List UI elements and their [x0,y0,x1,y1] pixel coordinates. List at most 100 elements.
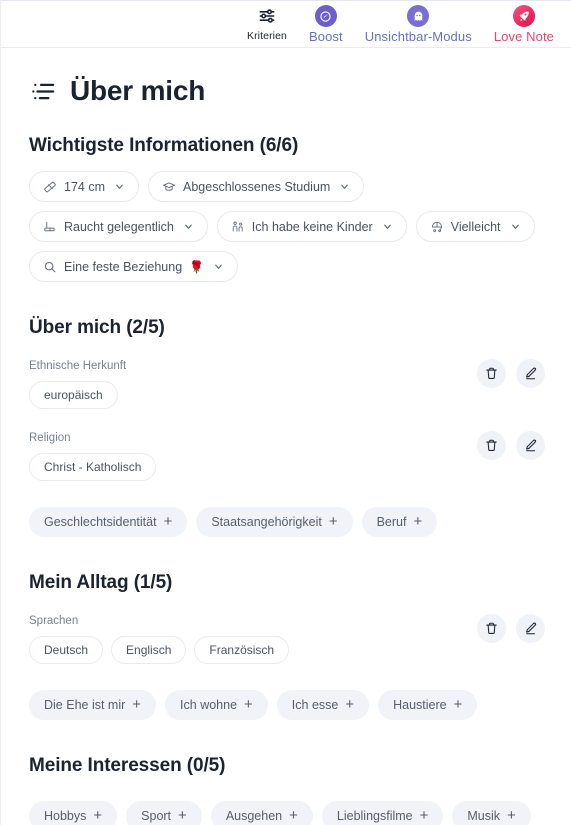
nav-label-boost: Boost [309,30,343,43]
page-title: Über mich [70,75,205,107]
nav-item-boost[interactable]: Boost [309,4,343,43]
chip-education[interactable]: Abgeschlossenes Studium [148,171,364,202]
plus-icon: + [244,697,253,712]
plus-icon: + [178,808,187,823]
delete-button[interactable] [477,359,506,388]
graduation-cap-icon [162,180,176,194]
top-navigation-bar: Kriterien Boost [1,1,571,48]
chip-label: Eine feste Beziehung [64,260,182,274]
add-chip-label: Hobbys [44,809,86,823]
edit-button[interactable] [516,431,545,460]
profile-page: Kriterien Boost [0,0,571,825]
baby-stroller-icon [430,220,444,234]
trash-icon [484,438,499,453]
field-values: Christ - Katholisch [29,453,545,481]
field-religion: Religion Christ - Katholisch [29,431,545,483]
essentials-chip-row: 174 cm Abgeschlossenes Studium [29,171,545,282]
field-label: Religion [29,431,545,445]
delete-button[interactable] [477,431,506,460]
nav-item-kriterien[interactable]: Kriterien [247,4,287,43]
field-actions [477,431,545,460]
add-chip-nationality[interactable]: Staatsangehörigkeit + [196,507,352,537]
value-chip: Englisch [111,636,186,664]
chevron-down-icon [339,181,350,192]
add-chip-sport[interactable]: Sport + [126,801,202,825]
chip-children[interactable]: Ich habe keine Kinder [217,211,407,242]
edit-button[interactable] [516,359,545,388]
nav-item-unsichtbar-modus[interactable]: Unsichtbar-Modus [365,4,472,43]
add-chip-label: Haustiere [393,698,447,712]
add-chip-label: Geschlechtsidentität [44,515,157,529]
about-me-add-chips: Geschlechtsidentität + Staatsangehörigke… [29,507,545,537]
delete-button[interactable] [477,614,506,643]
chip-label: Vielleicht [451,220,501,234]
section-heading-about-me: Über mich (2/5) [29,317,545,339]
value-chip: Deutsch [29,636,103,664]
add-chip-lieblingsfilme[interactable]: Lieblingsfilme + [322,801,444,825]
section-heading-essentials: Wichtigste Informationen (6/6) [29,135,545,157]
add-chip-hobbys[interactable]: Hobbys + [29,801,117,825]
nav-item-love-note[interactable]: Love Note [494,4,554,43]
add-chip-eating[interactable]: Ich esse + [277,690,369,720]
pencil-icon [523,621,538,636]
plus-icon: + [164,514,173,529]
chevron-down-icon [382,221,393,232]
chevron-down-icon [183,221,194,232]
chevron-down-icon [510,221,521,232]
add-chip-label: Musik [467,809,500,823]
rocket-icon [513,4,535,28]
plus-icon: + [329,514,338,529]
chip-smoking[interactable]: Raucht gelegentlich [29,211,208,242]
section-heading-daily-life: Mein Alltag (1/5) [29,572,545,594]
rose-emoji: 🌹 [189,260,204,274]
plus-icon: + [454,697,463,712]
chip-label: Abgeschlossenes Studium [183,180,330,194]
plus-icon: + [289,808,298,823]
field-values: europäisch [29,381,545,409]
field-label: Ethnische Herkunft [29,359,545,373]
chip-label: Raucht gelegentlich [64,220,174,234]
add-chip-label: Sport [141,809,171,823]
add-chip-pets[interactable]: Haustiere + [378,690,477,720]
field-label: Sprachen [29,614,545,628]
field-ethnicity: Ethnische Herkunft europäisch [29,359,545,411]
field-actions [477,614,545,643]
interests-add-chips: Hobbys + Sport + Ausgehen + Lieblingsfil… [29,801,545,825]
add-chip-gender-identity[interactable]: Geschlechtsidentität + [29,507,187,537]
section-heading-interests: Meine Interessen (0/5) [29,755,545,777]
plus-icon: + [507,808,516,823]
add-chip-profession[interactable]: Beruf + [362,507,438,537]
add-chip-label: Ausgehen [226,809,282,823]
add-chip-label: Ich wohne [180,698,237,712]
field-values: Deutsch Englisch Französisch [29,636,545,664]
family-icon [231,220,245,234]
add-chip-ausgehen[interactable]: Ausgehen + [211,801,313,825]
nav-label-love-note: Love Note [494,30,554,43]
chip-label: 174 cm [64,180,105,194]
plus-icon: + [345,697,354,712]
chevron-down-icon [114,181,125,192]
trash-icon [484,621,499,636]
cigarette-icon [43,220,57,234]
value-chip: Christ - Katholisch [29,453,156,481]
chip-looking-for[interactable]: Eine feste Beziehung 🌹 [29,251,238,282]
add-chip-living[interactable]: Ich wohne + [165,690,268,720]
add-chip-label: Staatsangehörigkeit [211,515,322,529]
sliders-icon [257,4,277,28]
search-icon [43,260,57,274]
plus-icon: + [93,808,102,823]
chip-want-children[interactable]: Vielleicht [416,211,535,242]
ruler-icon [43,180,57,194]
edit-button[interactable] [516,614,545,643]
list-bullets-icon [29,77,58,106]
value-chip: europäisch [29,381,118,409]
plus-icon: + [413,514,422,529]
page-title-row: Über mich [29,48,545,107]
chip-label: Ich habe keine Kinder [252,220,373,234]
add-chip-marriage[interactable]: Die Ehe ist mir + [29,690,156,720]
pencil-icon [523,366,538,381]
field-languages: Sprachen Deutsch Englisch Französisch [29,614,545,666]
plus-icon: + [420,808,429,823]
add-chip-musik[interactable]: Musik + [452,801,530,825]
chip-height[interactable]: 174 cm [29,171,139,202]
